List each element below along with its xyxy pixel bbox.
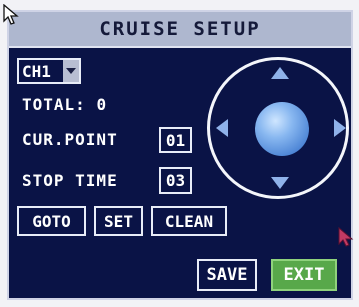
arrow-down-icon[interactable] [271,177,289,189]
cur-point-label: CUR.POINT [22,130,118,149]
set-button[interactable]: SET [94,206,143,236]
arrow-up-icon[interactable] [271,67,289,79]
exit-button[interactable]: EXIT [271,259,337,291]
arrow-right-icon[interactable] [334,119,346,137]
clean-button[interactable]: CLEAN [151,206,227,236]
save-button[interactable]: SAVE [197,259,257,291]
title-bar: CRUISE SETUP [9,12,351,48]
dialog-title: CRUISE SETUP [99,18,261,40]
channel-select-value: CH1 [22,61,51,81]
cur-point-field[interactable]: 01 [159,127,192,153]
screen-frame: CRUISE SETUP CH1 TOTAL: 0 CUR.POINT 01 S… [0,0,359,307]
total-value: 0 [96,95,108,114]
channel-select[interactable]: CH1 [17,58,81,84]
stop-time-field[interactable]: 03 [159,167,192,194]
goto-button[interactable]: GOTO [17,206,86,236]
pointer-icon [338,226,354,247]
total-label: TOTAL: [22,95,86,114]
total-row: TOTAL: 0 [22,95,107,114]
chevron-down-icon[interactable] [63,60,79,82]
mouse-cursor-icon [3,4,19,25]
ptz-center-knob[interactable] [255,102,309,156]
stop-time-label: STOP TIME [22,171,118,190]
arrow-left-icon[interactable] [216,119,228,137]
